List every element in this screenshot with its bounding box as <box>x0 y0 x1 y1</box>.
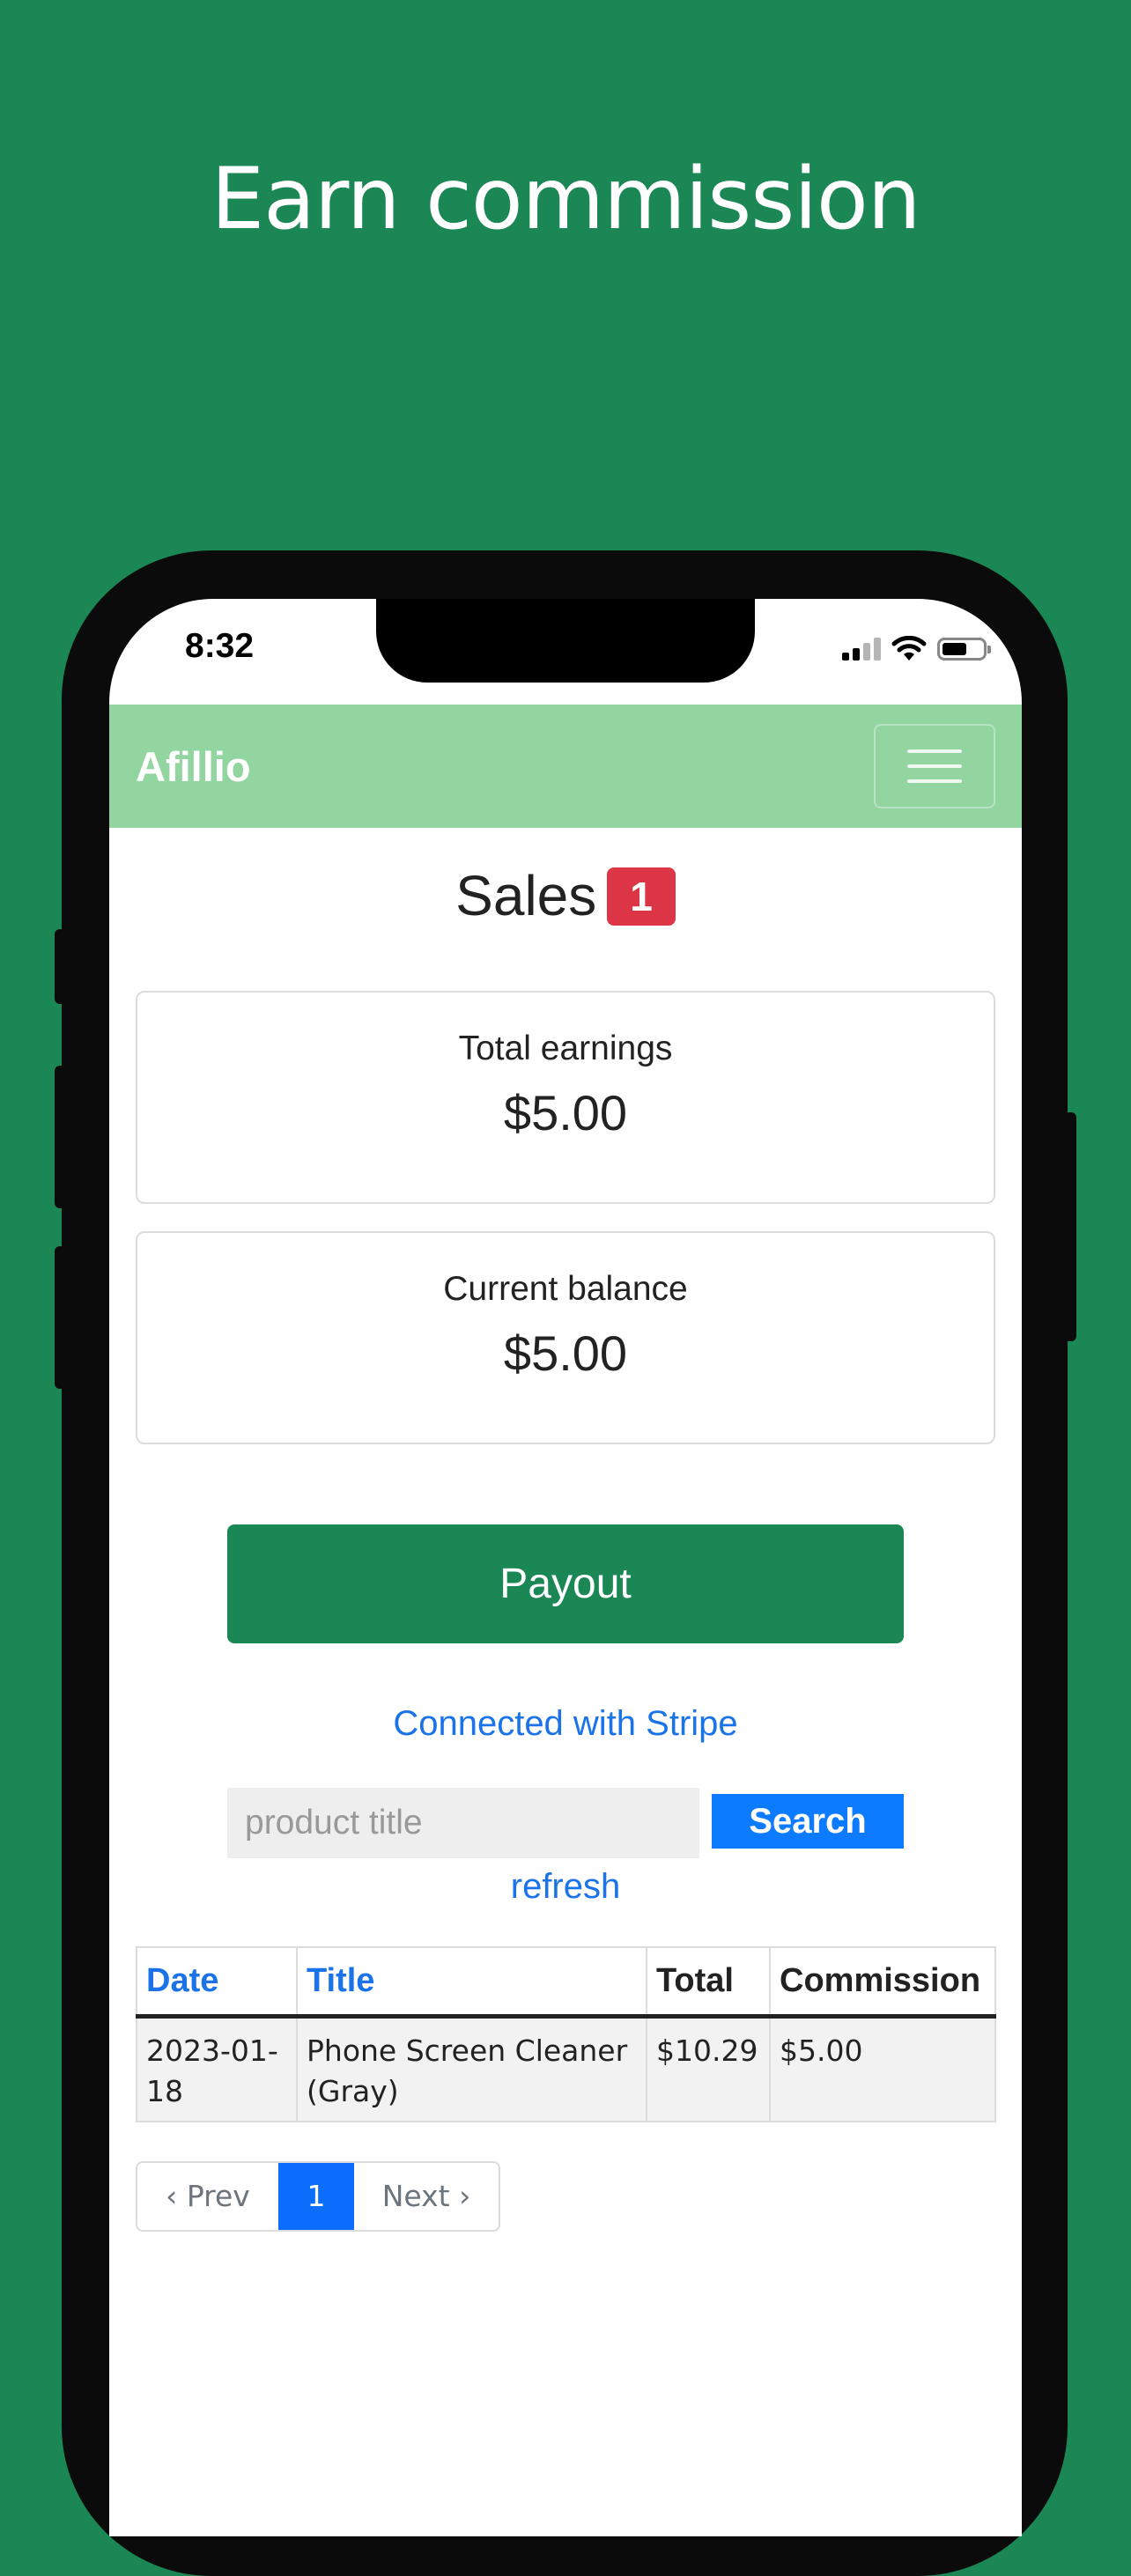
column-header-date[interactable]: Date <box>136 1946 298 2019</box>
search-input[interactable]: product title <box>227 1788 699 1858</box>
card-amount: $5.00 <box>503 1325 628 1381</box>
phone-side-button <box>55 1246 67 1389</box>
card-amount: $5.00 <box>503 1085 628 1140</box>
current-page-button[interactable]: 1 <box>278 2163 354 2230</box>
sales-title-label: Sales <box>455 864 597 927</box>
pagination: ‹ Prev 1 Next › <box>136 2161 500 2232</box>
sales-count-badge: 1 <box>607 867 676 926</box>
stripe-link[interactable]: Connected with Stripe <box>109 1704 1022 1744</box>
phone-side-button <box>55 1066 67 1208</box>
payout-button[interactable]: Payout <box>227 1524 904 1643</box>
cell-total: $10.29 <box>646 2015 771 2122</box>
table-header-row: Date Title Total Commission <box>136 1946 996 2019</box>
refresh-link[interactable]: refresh <box>109 1867 1022 1907</box>
sales-table: Date Title Total Commission 2023-01-18 P… <box>136 1946 996 2122</box>
current-balance-card: Current balance $5.00 <box>136 1231 995 1444</box>
column-header-title[interactable]: Title <box>296 1946 647 2019</box>
total-earnings-card: Total earnings $5.00 <box>136 991 995 1204</box>
cell-date: 2023-01-18 <box>136 2015 298 2122</box>
notch <box>376 599 755 683</box>
headline: Earn commission <box>211 150 920 248</box>
phone-side-button <box>55 929 67 1004</box>
next-page-button[interactable]: Next › <box>354 2163 499 2230</box>
phone-screen: 8:32 Afillio Sales 1 Total earnings $5.00… <box>109 599 1022 2536</box>
wifi-icon <box>891 636 927 661</box>
battery-icon <box>937 638 991 661</box>
page-title: Sales 1 <box>109 863 1022 929</box>
cell-commission: $5.00 <box>769 2015 996 2122</box>
column-header-total: Total <box>646 1946 771 2019</box>
status-time: 8:32 <box>185 627 255 665</box>
table-row: 2023-01-18 Phone Screen Cleaner (Gray) $… <box>136 2015 996 2122</box>
prev-page-button[interactable]: ‹ Prev <box>137 2163 278 2230</box>
navbar: Afillio <box>109 705 1022 828</box>
hamburger-menu-icon[interactable] <box>874 724 995 808</box>
status-icons <box>842 636 991 662</box>
search-button[interactable]: Search <box>712 1794 904 1849</box>
signal-icon <box>842 638 881 661</box>
column-header-commission: Commission <box>769 1946 996 2019</box>
phone-side-button <box>1064 1112 1076 1341</box>
card-label: Current balance <box>443 1270 688 1308</box>
card-label: Total earnings <box>458 1030 673 1067</box>
cell-title: Phone Screen Cleaner (Gray) <box>296 2015 647 2122</box>
brand[interactable]: Afillio <box>136 742 251 791</box>
